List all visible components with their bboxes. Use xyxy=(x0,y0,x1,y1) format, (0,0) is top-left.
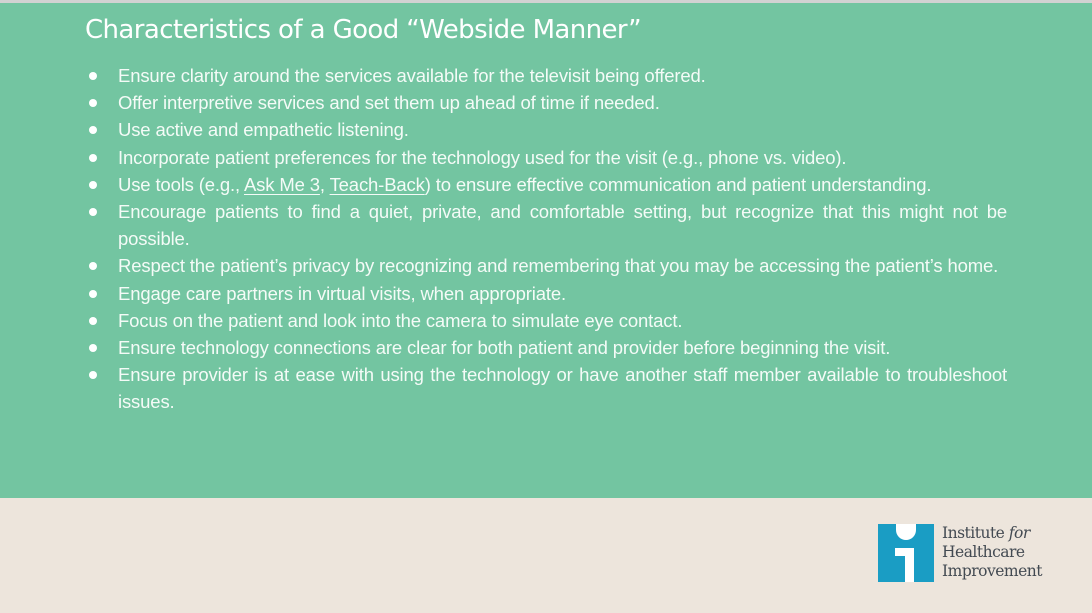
bullet-text: Ensure clarity around the services avail… xyxy=(118,65,706,86)
bullet-list: Ensure clarity around the services avail… xyxy=(0,62,1092,416)
bullet-item: Engage care partners in virtual visits, … xyxy=(0,280,1007,307)
teach-back-link[interactable]: Teach-Back xyxy=(330,174,425,195)
logo-line1-italic: for xyxy=(1008,524,1030,542)
bullet-text: Use active and empathetic listening. xyxy=(118,119,409,141)
bullet-icon xyxy=(89,153,97,162)
bullet-icon xyxy=(89,316,97,325)
ihi-i-icon xyxy=(878,524,934,582)
bullet-item: Encourage patients to find a quiet, priv… xyxy=(0,198,1007,252)
logo-line2: Healthcare xyxy=(942,543,1025,561)
bullet-text-prefix: Use tools (e.g., xyxy=(118,173,244,195)
bullet-icon xyxy=(89,371,97,380)
logo-line3: Improvement xyxy=(942,562,1043,580)
ihi-logo-text: Institute for Healthcare Improvement xyxy=(942,524,1043,581)
bullet-icon xyxy=(89,262,97,271)
bullet-icon xyxy=(89,289,97,298)
bullet-text: Engage care partners in virtual visits, … xyxy=(118,282,567,304)
bullet-icon xyxy=(89,344,97,353)
bullet-text: Focus on the patient and look into the c… xyxy=(118,309,683,331)
bullet-text: Encourage patients to find a quiet, priv… xyxy=(118,201,1007,250)
logo-line1: Institute xyxy=(942,524,1005,542)
bullet-text: Incorporate patient preferences for the … xyxy=(118,146,847,168)
bullet-text-suffix: ) to ensure effective communication and … xyxy=(424,173,932,195)
bullet-icon xyxy=(89,72,97,80)
bullet-icon xyxy=(89,99,97,108)
bullet-item: Use tools (e.g., Ask Me 3, Teach-Back) t… xyxy=(0,171,1007,198)
bullet-item: Ensure technology connections are clear … xyxy=(0,334,1007,361)
bullet-item: Respect the patient’s privacy by recogni… xyxy=(0,252,1007,279)
bullet-icon xyxy=(89,208,97,217)
bullet-icon xyxy=(89,180,97,189)
bullet-text: Offer interpretive services and set them… xyxy=(118,92,660,114)
bullet-text-separator: , xyxy=(319,173,330,195)
bullet-text: Ensure technology connections are clear … xyxy=(118,337,891,359)
bullet-item: Offer interpretive services and set them… xyxy=(0,89,1007,116)
bullet-item: Ensure clarity around the services avail… xyxy=(0,62,1007,89)
bullet-item: Incorporate patient preferences for the … xyxy=(0,144,1007,171)
bullet-item: Ensure provider is at ease with using th… xyxy=(0,361,1007,415)
bullet-item: Focus on the patient and look into the c… xyxy=(0,307,1007,334)
ask-me-3-link[interactable]: Ask Me 3 xyxy=(244,174,320,195)
content-panel: Characteristics of a Good “Webside Manne… xyxy=(0,3,1092,498)
ihi-logo: Institute for Healthcare Improvement xyxy=(878,524,1068,586)
bullet-icon xyxy=(89,126,97,135)
bullet-text: Respect the patient’s privacy by recogni… xyxy=(118,255,999,277)
slide-title: Characteristics of a Good “Webside Manne… xyxy=(85,15,642,45)
bullet-item: Use active and empathetic listening. xyxy=(0,116,1007,143)
bullet-text: Ensure provider is at ease with using th… xyxy=(118,364,1007,413)
